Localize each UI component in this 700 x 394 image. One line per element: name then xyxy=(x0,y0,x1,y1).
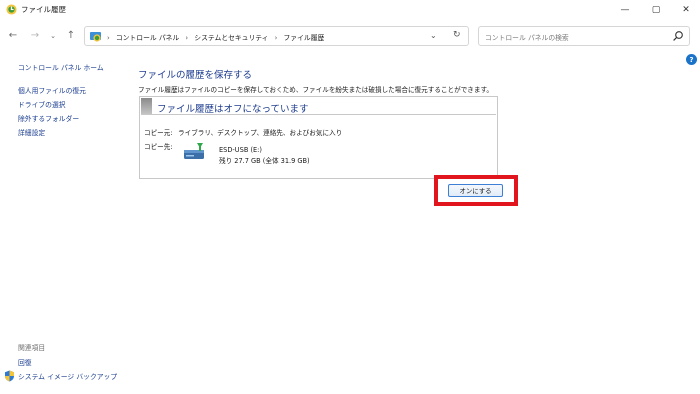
usb-drive-icon xyxy=(184,143,204,159)
status-header: ファイル履歴はオフになっています xyxy=(141,98,496,115)
page-description: ファイル履歴はファイルのコピーを保存しておくため、ファイルを紛失または破損した場… xyxy=(138,86,494,94)
breadcrumb-separator: › xyxy=(274,34,278,42)
status-title: ファイル履歴はオフになっています xyxy=(157,104,309,115)
drive-name: ESD-USB (E:) xyxy=(219,146,262,154)
breadcrumb-control-panel[interactable]: コントロール パネル xyxy=(116,34,179,42)
control-panel-icon xyxy=(90,32,101,42)
file-history-app-icon xyxy=(6,4,17,15)
chevron-down-icon[interactable]: ⌄ xyxy=(430,31,437,40)
close-button[interactable]: ✕ xyxy=(671,0,700,20)
drive-space: 残り 27.7 GB (全体 31.9 GB) xyxy=(219,157,310,165)
related-heading: 関連項目 xyxy=(18,344,46,352)
breadcrumb-separator: › xyxy=(185,34,189,42)
page-title: ファイルの履歴を保存する xyxy=(138,70,253,81)
recent-locations-button[interactable]: ⌄ xyxy=(46,29,60,43)
sidebar-item-recovery[interactable]: 回復 xyxy=(18,357,32,367)
up-button[interactable]: ↑ xyxy=(64,28,78,42)
refresh-icon[interactable]: ↻ xyxy=(453,30,461,40)
status-panel: ファイル履歴はオフになっています コピー元: ライブラリ、デスクトップ、連絡先、… xyxy=(139,96,498,179)
address-row: ← → ⌄ ↑ › コントロール パネル › システムとセキュリティ › ファイ… xyxy=(0,20,700,52)
forward-button[interactable]: → xyxy=(28,28,42,42)
copy-from-label: コピー元: xyxy=(144,129,173,137)
sidebar-item-advanced-settings[interactable]: 詳細設定 xyxy=(18,127,45,137)
shield-icon xyxy=(5,370,14,382)
back-button[interactable]: ← xyxy=(6,28,20,42)
search-input[interactable]: コントロール パネルの検索 xyxy=(485,32,569,42)
breadcrumb: › コントロール パネル › システムとセキュリティ › ファイル履歴 xyxy=(107,32,328,42)
breadcrumb-system-security[interactable]: システムとセキュリティ xyxy=(194,34,268,42)
search-box[interactable]: コントロール パネルの検索 xyxy=(478,26,690,46)
status-indicator xyxy=(141,98,152,114)
copy-from-value: ライブラリ、デスクトップ、連絡先、およびお気に入り xyxy=(178,129,343,137)
sidebar-control-panel-home[interactable]: コントロール パネル ホーム xyxy=(18,62,104,72)
sidebar-item-exclude-folders[interactable]: 除外するフォルダー xyxy=(18,113,79,123)
sidebar-item-restore-files[interactable]: 個人用ファイルの復元 xyxy=(18,85,86,95)
sidebar-item-system-image-backup[interactable]: システム イメージ バックアップ xyxy=(18,371,117,381)
address-bar[interactable]: › コントロール パネル › システムとセキュリティ › ファイル履歴 ⌄ ↻ xyxy=(84,26,469,46)
turn-on-button[interactable]: オンにする xyxy=(448,184,503,197)
breadcrumb-file-history[interactable]: ファイル履歴 xyxy=(284,34,325,42)
title-bar: ファイル履歴 — ▢ ✕ xyxy=(0,0,700,20)
breadcrumb-separator: › xyxy=(107,34,110,42)
minimize-button[interactable]: — xyxy=(610,0,640,20)
help-icon[interactable]: ? xyxy=(686,54,697,65)
sidebar-item-select-drive[interactable]: ドライブの選択 xyxy=(18,99,66,109)
window-title: ファイル履歴 xyxy=(21,5,66,14)
maximize-button[interactable]: ▢ xyxy=(641,0,671,20)
search-icon[interactable] xyxy=(672,30,684,42)
copy-to-label: コピー先: xyxy=(144,143,173,151)
